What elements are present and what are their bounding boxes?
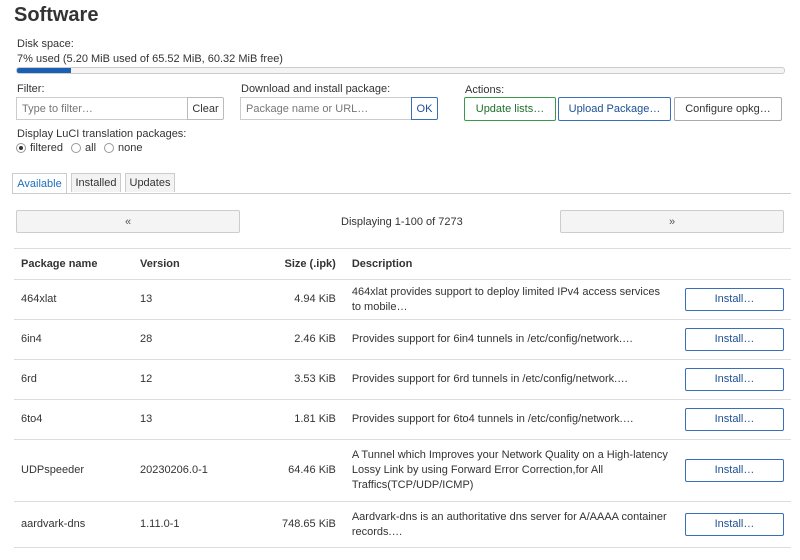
radio-all[interactable] <box>71 143 82 153</box>
col-actions <box>677 248 791 280</box>
package-description: 464xlat provides support to deploy limit… <box>344 279 678 320</box>
luci-translation-radio-group: filtered all none <box>16 142 151 154</box>
package-url-input[interactable] <box>240 97 412 120</box>
package-version: 13 <box>132 279 245 320</box>
tab-available[interactable]: Available <box>12 173 67 193</box>
install-button[interactable]: Install… <box>684 288 784 311</box>
tab-installed[interactable]: Installed <box>71 173 121 192</box>
package-size: 1.81 KiB <box>244 399 345 440</box>
disk-usage-fill <box>17 68 71 73</box>
col-package-name: Package name <box>14 248 133 280</box>
package-table: Package name Version Size (.ipk) Descrip… <box>14 248 791 548</box>
package-version: 1.11.0-1 <box>132 501 245 548</box>
install-button[interactable]: Install… <box>684 408 784 431</box>
radio-filtered[interactable] <box>16 143 26 153</box>
package-size: 4.94 KiB <box>244 279 345 320</box>
next-page-button[interactable]: » <box>560 210 784 233</box>
package-version: 20230206.0-1 <box>132 439 245 502</box>
table-row: 464xlat 13 4.94 KiB 464xlat provides sup… <box>14 279 791 320</box>
package-size: 748.65 KiB <box>244 501 345 548</box>
filter-label: Filter: <box>17 83 45 95</box>
install-button[interactable]: Install… <box>684 459 784 482</box>
filter-input[interactable] <box>16 97 188 120</box>
upload-package-button[interactable]: Upload Package… <box>558 97 671 121</box>
package-version: 28 <box>132 319 245 360</box>
package-name: 6in4 <box>14 319 133 360</box>
table-row: 6in4 28 2.46 KiB Provides support for 6i… <box>14 319 791 360</box>
package-size: 2.46 KiB <box>244 319 345 360</box>
package-description: Provides support for 6to4 tunnels in /et… <box>344 399 678 440</box>
table-row: 6rd 12 3.53 KiB Provides support for 6rd… <box>14 359 791 400</box>
col-description: Description <box>344 248 678 280</box>
package-tabs: Available Installed Updates <box>12 173 791 194</box>
prev-page-button[interactable]: « <box>16 210 240 233</box>
package-name: 464xlat <box>14 279 133 320</box>
package-name: 6rd <box>14 359 133 400</box>
install-button[interactable]: Install… <box>684 328 784 351</box>
radio-none[interactable] <box>104 143 115 153</box>
disk-space-label: Disk space: <box>17 38 74 50</box>
download-label: Download and install package: <box>241 83 391 95</box>
pager-status: Displaying 1-100 of 7273 <box>341 216 463 228</box>
page-title: Software <box>14 4 99 26</box>
package-description: A Tunnel which Improves your Network Qua… <box>344 439 678 502</box>
package-name: 6to4 <box>14 399 133 440</box>
table-row: aardvark-dns 1.11.0-1 748.65 KiB Aardvar… <box>14 501 791 548</box>
install-button[interactable]: Install… <box>684 368 784 391</box>
package-version: 12 <box>132 359 245 400</box>
table-row: 6to4 13 1.81 KiB Provides support for 6t… <box>14 399 791 440</box>
luci-translation-label: Display LuCI translation packages: <box>17 128 187 140</box>
package-size: 64.46 KiB <box>244 439 345 502</box>
package-name: UDPspeeder <box>14 439 133 502</box>
package-size: 3.53 KiB <box>244 359 345 400</box>
table-row: UDPspeeder 20230206.0-1 64.46 KiB A Tunn… <box>14 439 791 502</box>
update-lists-button[interactable]: Update lists… <box>464 97 556 121</box>
col-version: Version <box>132 248 245 280</box>
install-button[interactable]: Install… <box>684 513 784 536</box>
package-name: aardvark-dns <box>14 501 133 548</box>
radio-filtered-label: filtered <box>30 142 64 154</box>
package-description: Provides support for 6rd tunnels in /etc… <box>344 359 678 400</box>
package-description: Aardvark-dns is an authoritative dns ser… <box>344 501 678 548</box>
configure-opkg-button[interactable]: Configure opkg… <box>674 97 782 121</box>
table-header-row: Package name Version Size (.ipk) Descrip… <box>14 248 791 280</box>
disk-usage-progress <box>16 67 785 74</box>
clear-filter-button[interactable]: Clear <box>187 97 224 120</box>
disk-usage-text: 7% used (5.20 MiB used of 65.52 MiB, 60.… <box>17 53 283 65</box>
radio-all-label: all <box>85 142 97 154</box>
tab-updates[interactable]: Updates <box>125 173 175 192</box>
package-description: Provides support for 6in4 tunnels in /et… <box>344 319 678 360</box>
package-version: 13 <box>132 399 245 440</box>
actions-label: Actions: <box>465 84 505 96</box>
download-ok-button[interactable]: OK <box>411 97 438 120</box>
col-size: Size (.ipk) <box>244 248 345 280</box>
radio-none-label: none <box>118 142 143 154</box>
